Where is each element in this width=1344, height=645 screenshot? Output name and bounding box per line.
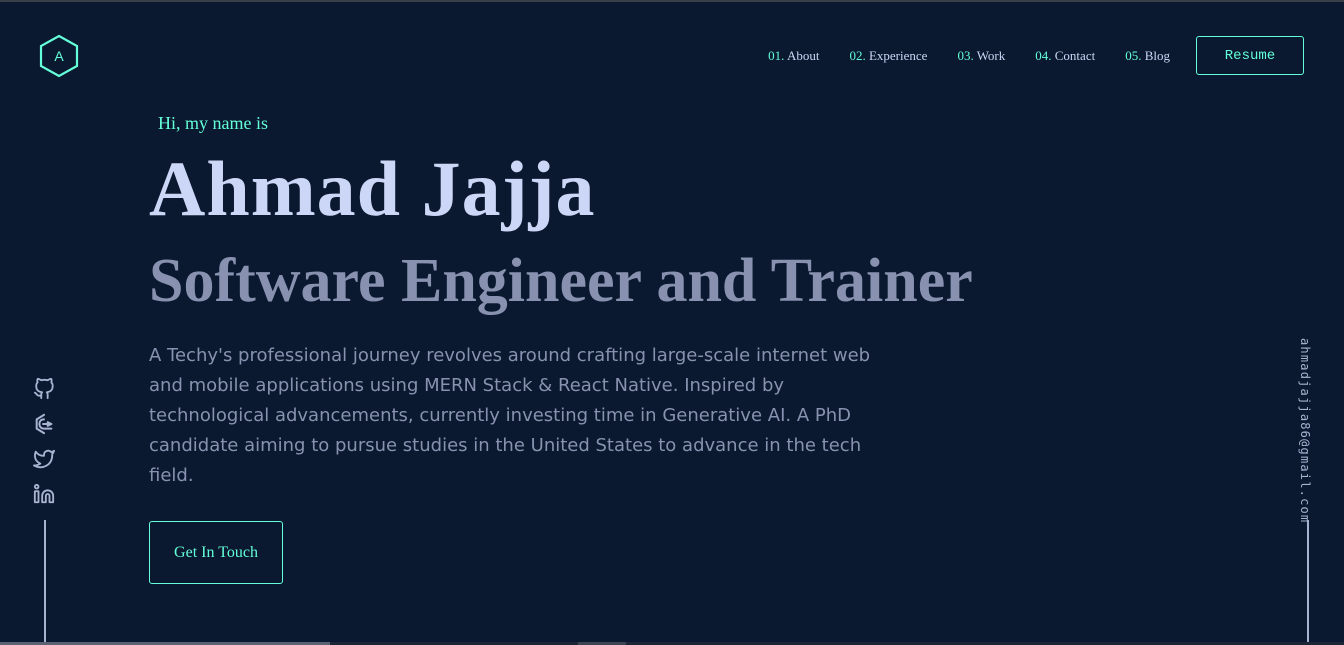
twitter-icon[interactable] — [33, 448, 55, 470]
left-vertical-line — [44, 520, 46, 645]
codepen-icon[interactable] — [33, 413, 55, 435]
nav-item-number: 02. — [849, 47, 866, 63]
nav-item-label: Experience — [868, 47, 928, 63]
get-in-touch-button[interactable]: Get In Touch — [149, 521, 283, 584]
email-link[interactable]: ahmadjajja86@gmail.com — [1298, 338, 1312, 523]
nav-item-number: 01. — [768, 47, 785, 63]
nav-item-contact[interactable]: 04. Contact — [1035, 48, 1095, 64]
resume-button[interactable]: Resume — [1196, 36, 1304, 75]
nav-item-work[interactable]: 03. Work — [957, 48, 1005, 64]
nav-item-number: 05. — [1125, 47, 1142, 63]
nav-item-experience[interactable]: 02. Experience — [849, 48, 927, 64]
hero-bio: A Techy's professional journey revolves … — [149, 345, 871, 486]
nav-item-label: Contact — [1054, 47, 1096, 63]
hero-name: Ahmad Jajja — [149, 145, 596, 232]
social-links — [33, 378, 57, 518]
nav-item-blog[interactable]: 05. Blog — [1125, 48, 1170, 64]
hero-tagline: Software Engineer and Trainer — [149, 247, 973, 315]
right-vertical-line — [1307, 520, 1309, 645]
main-nav: 01. About 02. Experience 03. Work 04. Co… — [768, 36, 1304, 75]
github-icon[interactable] — [33, 378, 55, 400]
nav-item-label: Work — [976, 47, 1006, 63]
nav-item-label: Blog — [1144, 47, 1170, 63]
logo[interactable]: A — [37, 33, 81, 79]
nav-item-label: About — [786, 47, 820, 63]
window-top-border — [0, 0, 1344, 2]
nav-item-about[interactable]: 01. About — [768, 48, 819, 64]
hero-greeting: Hi, my name is — [158, 113, 268, 133]
nav-item-number: 04. — [1035, 47, 1052, 63]
hexagon-logo-icon: A — [39, 34, 79, 78]
nav-item-number: 03. — [957, 47, 974, 63]
logo-letter: A — [54, 48, 64, 64]
linkedin-icon[interactable] — [33, 483, 55, 505]
